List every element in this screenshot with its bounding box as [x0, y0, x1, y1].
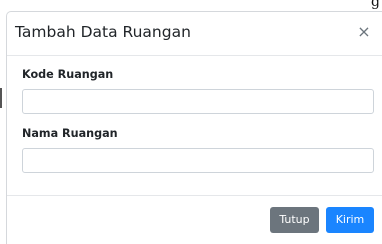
nama-ruangan-label: Nama Ruangan: [22, 127, 118, 140]
submit-button[interactable]: Kirim: [326, 207, 374, 233]
kode-ruangan-label: Kode Ruangan: [22, 68, 114, 81]
modal-title: Tambah Data Ruangan: [15, 23, 191, 41]
close-icon[interactable]: ×: [356, 24, 372, 40]
kode-ruangan-input[interactable]: [22, 89, 374, 114]
modal-header: Tambah Data Ruangan ×: [7, 12, 382, 56]
add-room-modal: Tambah Data Ruangan × Kode Ruangan Nama …: [6, 11, 382, 244]
background-text-fragment: g: [371, 0, 380, 10]
background-edge: [0, 88, 2, 108]
page-backdrop: g Tambah Data Ruangan × Kode Ruangan Nam…: [0, 0, 382, 244]
footer-divider: [7, 195, 382, 196]
close-button[interactable]: Tutup: [270, 207, 319, 233]
nama-ruangan-input[interactable]: [22, 148, 374, 173]
